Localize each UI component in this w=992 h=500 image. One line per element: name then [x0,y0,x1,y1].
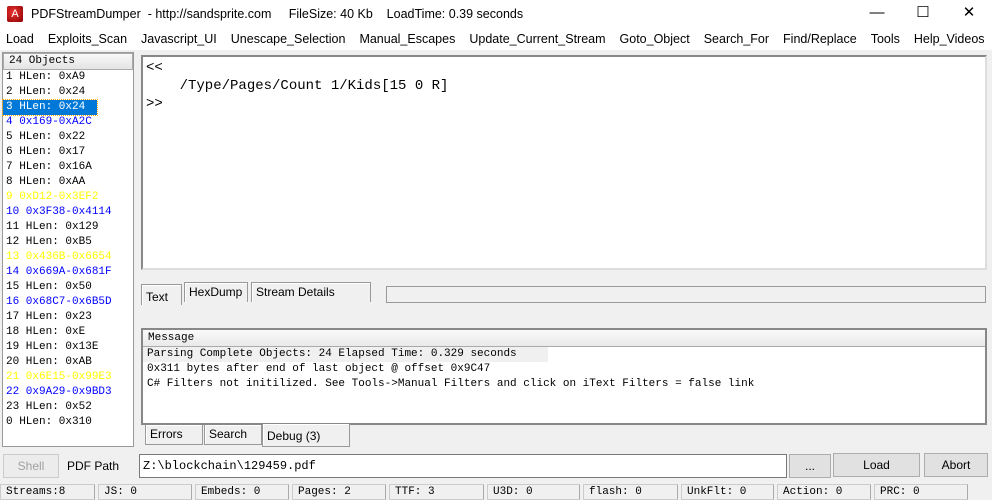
object-list-item[interactable]: 8 HLen: 0xAA [3,175,133,190]
status-u3d: U3D: 0 [487,484,580,500]
menu-goto-object[interactable]: Goto_Object [620,32,690,46]
object-list-item[interactable]: 15 HLen: 0x50 [3,280,133,295]
menu-manual-escapes[interactable]: Manual_Escapes [359,32,455,46]
object-list-item[interactable]: 18 HLen: 0xE [3,325,133,340]
status-ttf: TTF: 3 [389,484,484,500]
tab-status-field [386,286,986,303]
object-list-item[interactable]: 1 HLen: 0xA9 [3,70,133,85]
menu-unescape-selection[interactable]: Unescape_Selection [231,32,346,46]
object-list-item[interactable]: 4 0x169-0xA2C [3,115,133,130]
status-embeds: Embeds: 0 [195,484,289,500]
object-list-item[interactable]: 6 HLen: 0x17 [3,145,133,160]
object-list-item[interactable]: 9 0xD12-0x3EF2 [3,190,133,205]
object-list-item[interactable]: 19 HLen: 0x13E [3,340,133,355]
tab-errors[interactable]: Errors [145,425,203,445]
object-list-header[interactable]: 24 Objects [3,53,133,70]
title-bar: A PDFStreamDumper - http://sandsprite.co… [0,0,992,28]
tab-hexdump[interactable]: HexDump [184,282,248,302]
tab-text[interactable]: Text [141,284,182,305]
menu-load[interactable]: Load [6,32,34,46]
object-list-item[interactable]: 0 HLen: 0x310 [3,415,133,430]
object-list-item[interactable]: 20 HLen: 0xAB [3,355,133,370]
object-list-item[interactable]: 13 0x436B-0x6654 [3,250,133,265]
maximize-button[interactable]: ☐ [900,0,946,28]
tab-stream-details[interactable]: Stream Details [251,282,371,302]
menu-search-for[interactable]: Search_For [704,32,769,46]
object-content-editor[interactable]: << /Type/Pages/Count 1/Kids[15 0 R] >> [141,55,987,270]
message-line: C# Filters not initilized. See Tools->Ma… [147,378,755,390]
message-line: Parsing Complete Objects: 24 Elapsed Tim… [143,347,548,362]
app-icon: A [7,6,23,22]
object-list-item[interactable]: 10 0x3F38-0x4114 [3,205,133,220]
status-unkflt: UnkFlt: 0 [681,484,774,500]
tab-debug-3[interactable]: Debug (3) [262,424,350,447]
tab-search[interactable]: Search [204,425,262,445]
object-list[interactable]: 24 Objects 1 HLen: 0xA9 2 HLen: 0x24 3 HLe… [2,52,134,447]
message-header: Message [143,330,985,347]
object-list-item[interactable]: 3 HLen: 0x24 [2,99,98,116]
object-list-item[interactable]: 22 0x9A29-0x9BD3 [3,385,133,400]
status-flash: flash: 0 [583,484,678,500]
status-pages: Pages: 2 [292,484,386,500]
status-streams: Streams:8 [0,484,95,500]
close-button[interactable]: ✕ [946,0,992,28]
object-list-item[interactable]: 14 0x669A-0x681F [3,265,133,280]
message-line: 0x311 bytes after end of last object @ o… [147,363,491,375]
minimize-button[interactable]: — [854,0,900,28]
menu-help-videos[interactable]: Help_Videos [914,32,985,46]
object-list-item[interactable]: 21 0x6E15-0x99E3 [3,370,133,385]
menu-bar: Load Exploits_Scan Javascript_UI Unescape_S… [0,28,992,50]
menu-javascript-ui[interactable]: Javascript_UI [141,32,217,46]
menu-tools[interactable]: Tools [871,32,900,46]
pdf-path-input[interactable]: Z:\blockchain\129459.pdf [139,454,787,478]
object-list-item[interactable]: 2 HLen: 0x24 [3,85,133,100]
object-list-item[interactable]: 23 HLen: 0x52 [3,400,133,415]
object-list-item[interactable]: 11 HLen: 0x129 [3,220,133,235]
object-list-item[interactable]: 17 HLen: 0x23 [3,310,133,325]
status-prc: PRC: 0 [874,484,968,500]
message-panel: Message Parsing Complete Objects: 24 Ela… [141,328,987,425]
status-js: JS: 0 [98,484,192,500]
object-list-item[interactable]: 5 HLen: 0x22 [3,130,133,145]
load-button[interactable]: Load [833,453,920,477]
object-list-item[interactable]: 7 HLen: 0x16A [3,160,133,175]
object-list-item[interactable]: 16 0x68C7-0x6B5D [3,295,133,310]
menu-update-current-stream[interactable]: Update_Current_Stream [469,32,605,46]
shell-button[interactable]: Shell [3,454,59,478]
browse-button[interactable]: ... [789,454,831,478]
abort-button[interactable]: Abort [924,453,988,477]
menu-exploits-scan[interactable]: Exploits_Scan [48,32,127,46]
pdf-path-label: PDF Path [67,459,120,473]
object-list-item[interactable]: 12 HLen: 0xB5 [3,235,133,250]
menu-find-replace[interactable]: Find/Replace [783,32,857,46]
window-title: PDFStreamDumper - http://sandsprite.com … [31,7,524,21]
status-action: Action: 0 [777,484,871,500]
